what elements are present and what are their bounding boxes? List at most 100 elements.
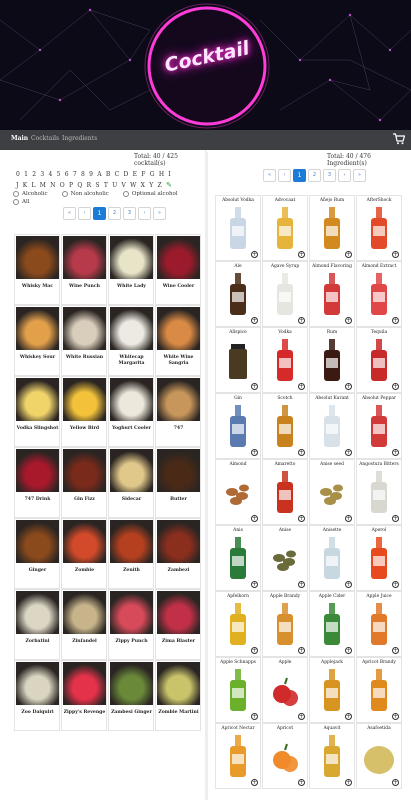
shopping-cart-icon[interactable] [393,133,405,145]
add-icon[interactable]: + [345,449,352,456]
add-icon[interactable]: + [345,647,352,654]
ingredient-card[interactable]: Tequila + [356,327,402,393]
add-icon[interactable]: + [345,317,352,324]
ingredient-card[interactable]: Anisette + [309,525,355,591]
page-button[interactable]: 2 [108,207,121,220]
ingredient-card[interactable]: Almond Extract + [356,261,402,327]
filter-all[interactable]: All [13,199,30,205]
cocktail-card[interactable]: 747 Drink [14,447,60,518]
ingredient-card[interactable]: Allspice + [215,327,261,393]
ingredient-card[interactable]: Almond + [215,459,261,525]
cocktail-card[interactable]: Wine Cooler [155,234,201,305]
cocktail-card[interactable]: Whitecap Margarita [108,305,154,376]
add-icon[interactable]: + [392,251,399,258]
ingredient-card[interactable]: Apfelkorn + [215,591,261,657]
page-button[interactable]: 2 [308,169,321,182]
ingredient-card[interactable]: Aperol + [356,525,402,591]
add-icon[interactable]: + [298,713,305,720]
page-button[interactable]: ‹ [78,207,91,220]
ingredient-card[interactable]: AfterShock + [356,195,402,261]
page-button[interactable]: « [263,169,276,182]
ingredient-card[interactable]: Angostura Bitters + [356,459,402,525]
add-icon[interactable]: + [392,317,399,324]
ingredient-card[interactable]: Absolut Peppar + [356,393,402,459]
add-icon[interactable]: + [298,779,305,786]
ingredient-card[interactable]: Apple Cider + [309,591,355,657]
add-icon[interactable]: + [345,581,352,588]
cocktail-card[interactable]: Zenith [108,518,154,589]
nav-ingredients[interactable]: Ingredients [62,135,97,142]
add-icon[interactable]: + [298,449,305,456]
cocktail-card[interactable]: Whisky Mac [14,234,60,305]
filter-optional-alcohol[interactable]: Optional alcohol [122,191,178,197]
cocktail-card[interactable]: Gin Fizz [61,447,107,518]
ingredient-card[interactable]: Gin + [215,393,261,459]
add-icon[interactable]: + [298,515,305,522]
cocktail-card[interactable]: Wine Punch [61,234,107,305]
ingredient-card[interactable]: Asafoetida + [356,723,402,789]
cocktail-card[interactable]: Vodka Slingshot [14,376,60,447]
page-button[interactable]: » [153,207,166,220]
cocktail-card[interactable]: Butter [155,447,201,518]
brush-icon[interactable]: ✎ [166,181,173,189]
add-icon[interactable]: + [251,713,258,720]
add-icon[interactable]: + [251,581,258,588]
cocktail-card[interactable]: Whiskey Sour [14,305,60,376]
add-icon[interactable]: + [298,383,305,390]
cocktail-card[interactable]: Zippy Punch [108,589,154,660]
ingredient-card[interactable]: Vodka + [262,327,308,393]
add-icon[interactable]: + [251,251,258,258]
add-icon[interactable]: + [345,779,352,786]
ingredient-card[interactable]: Anis + [215,525,261,591]
add-icon[interactable]: + [345,713,352,720]
page-button[interactable]: › [138,207,151,220]
add-icon[interactable]: + [298,317,305,324]
ingredient-card[interactable]: Ale + [215,261,261,327]
alphabet-row-1[interactable]: 0 1 2 3 4 5 6 7 8 9 A B C D E F G H I [16,169,205,180]
page-button[interactable]: ‹ [278,169,291,182]
add-icon[interactable]: + [392,449,399,456]
ingredient-card[interactable]: Agave Syrup + [262,261,308,327]
add-icon[interactable]: + [298,581,305,588]
add-icon[interactable]: + [298,647,305,654]
cocktail-card[interactable]: Zorbatini [14,589,60,660]
ingredient-card[interactable]: Anise + [262,525,308,591]
cocktail-card[interactable]: Yoghurt Cooler [108,376,154,447]
add-icon[interactable]: + [392,779,399,786]
add-icon[interactable]: + [345,251,352,258]
page-button[interactable]: › [338,169,351,182]
ingredient-card[interactable]: Almond Flavoring + [309,261,355,327]
ingredient-card[interactable]: Añejo Rum + [309,195,355,261]
ingredient-card[interactable]: Apricot Nectar + [215,723,261,789]
scrollbar[interactable] [205,152,208,800]
ingredient-card[interactable]: Apple Schnapps + [215,657,261,723]
cocktail-card[interactable]: Ginger [14,518,60,589]
nav-cocktails[interactable]: Cocktails [31,135,59,142]
add-icon[interactable]: + [251,449,258,456]
cocktail-card[interactable]: Zombie [61,518,107,589]
cocktail-card[interactable]: Yellow Bird [61,376,107,447]
cocktail-card[interactable]: Zoo Daiquiri [14,660,60,731]
page-button[interactable]: 3 [123,207,136,220]
nav-main[interactable]: Main [11,135,28,142]
filter-non-alcoholic[interactable]: Non alcoholic [61,191,109,197]
add-icon[interactable]: + [251,647,258,654]
ingredient-card[interactable]: Applejack + [309,657,355,723]
ingredient-card[interactable]: Scotch + [262,393,308,459]
ingredient-card[interactable]: Amaretto + [262,459,308,525]
cocktail-card[interactable]: Zambesi Ginger [108,660,154,731]
page-button[interactable]: « [63,207,76,220]
cocktail-card[interactable]: White Lady [108,234,154,305]
ingredient-card[interactable]: Aquavit + [309,723,355,789]
add-icon[interactable]: + [392,713,399,720]
ingredient-card[interactable]: Advocaat + [262,195,308,261]
cocktail-card[interactable]: Zombie Martini [155,660,201,731]
cocktail-card[interactable]: Zippy's Revenge [61,660,107,731]
add-icon[interactable]: + [251,317,258,324]
add-icon[interactable]: + [298,251,305,258]
add-icon[interactable]: + [392,515,399,522]
filter-alcoholic[interactable]: Alcoholic [13,191,48,197]
add-icon[interactable]: + [392,581,399,588]
ingredient-card[interactable]: Apricot Brandy + [356,657,402,723]
cocktail-card[interactable]: White Russian [61,305,107,376]
